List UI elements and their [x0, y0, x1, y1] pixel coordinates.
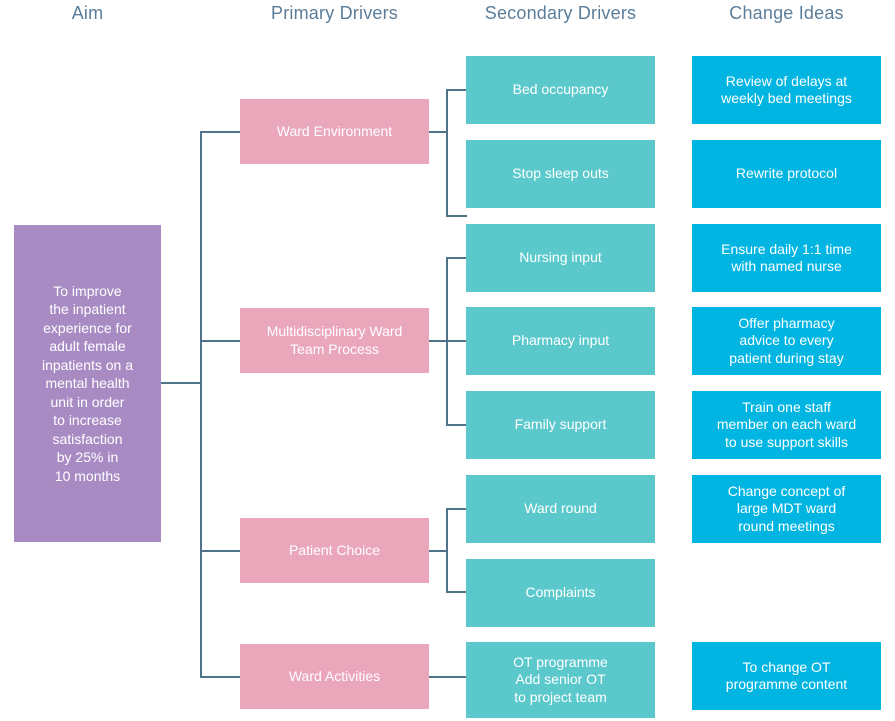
change-idea-ensure-daily-1-1-time: Ensure daily 1:1 time with named nurse	[692, 224, 881, 292]
column-header-primary-drivers: Primary Drivers	[271, 3, 398, 23]
primary-driver-patient-choice: Patient Choice	[240, 518, 429, 583]
connector-aim-to-mdt-process	[200, 340, 241, 342]
secondary-driver-pharmacy-input: Pharmacy input	[466, 307, 655, 375]
change-idea-train-one-staff-member: Train one staff member on each ward to u…	[692, 391, 881, 459]
connector-mdt-process-to-family-support	[446, 424, 467, 426]
connector-aim-to-ward-activities	[200, 676, 241, 678]
column-header-aim: Aim	[71, 3, 104, 23]
connector-mdt-process-to-pharmacy-input	[446, 340, 467, 342]
connector-mdt-process-to-nursing-input	[446, 257, 467, 259]
connector-ward-activities-to-ot-programme	[429, 676, 467, 678]
secondary-driver-complaints: Complaints	[466, 559, 655, 627]
connector-ward-environment-trunk	[446, 89, 448, 217]
connector-patient-choice-to-ward-round	[446, 508, 467, 510]
connector-aim-trunk	[200, 131, 202, 677]
aim-box: To improve the inpatient experience for …	[14, 225, 161, 542]
column-header-change-ideas: Change Ideas	[729, 3, 844, 23]
secondary-driver-ot-programme: OT programme Add senior OT to project te…	[466, 642, 655, 718]
primary-driver-multidisciplinary-ward-team-process: Multidisciplinary Ward Team Process	[240, 308, 429, 373]
primary-driver-ward-environment: Ward Environment	[240, 99, 429, 164]
secondary-driver-nursing-input: Nursing input	[466, 224, 655, 292]
secondary-driver-stop-sleep-outs: Stop sleep outs	[466, 140, 655, 208]
connector-aim-to-ward-environment	[200, 131, 241, 133]
change-idea-rewrite-protocol: Rewrite protocol	[692, 140, 881, 208]
change-idea-review-of-delays: Review of delays at weekly bed meetings	[692, 56, 881, 124]
secondary-driver-bed-occupancy: Bed occupancy	[466, 56, 655, 124]
connector-ward-environment-to-bed-occupancy	[446, 89, 467, 91]
secondary-driver-family-support: Family support	[466, 391, 655, 459]
change-idea-offer-pharmacy-advice: Offer pharmacy advice to every patient d…	[692, 307, 881, 375]
connector-aim-to-patient-choice	[200, 550, 241, 552]
change-idea-change-ot-programme-content: To change OT programme content	[692, 642, 881, 710]
driver-diagram: Aim Primary Drivers Secondary Drivers Ch…	[0, 0, 895, 721]
column-header-secondary-drivers: Secondary Drivers	[484, 3, 637, 23]
secondary-driver-ward-round: Ward round	[466, 475, 655, 543]
connector-patient-choice-to-complaints	[446, 591, 467, 593]
change-idea-change-concept-mdt-ward-round: Change concept of large MDT ward round m…	[692, 475, 881, 543]
connector-ward-environment-to-stop-sleep-outs	[446, 215, 467, 217]
primary-driver-ward-activities: Ward Activities	[240, 644, 429, 709]
connector-aim-stub	[161, 382, 202, 384]
connector-patient-choice-trunk	[446, 508, 448, 593]
